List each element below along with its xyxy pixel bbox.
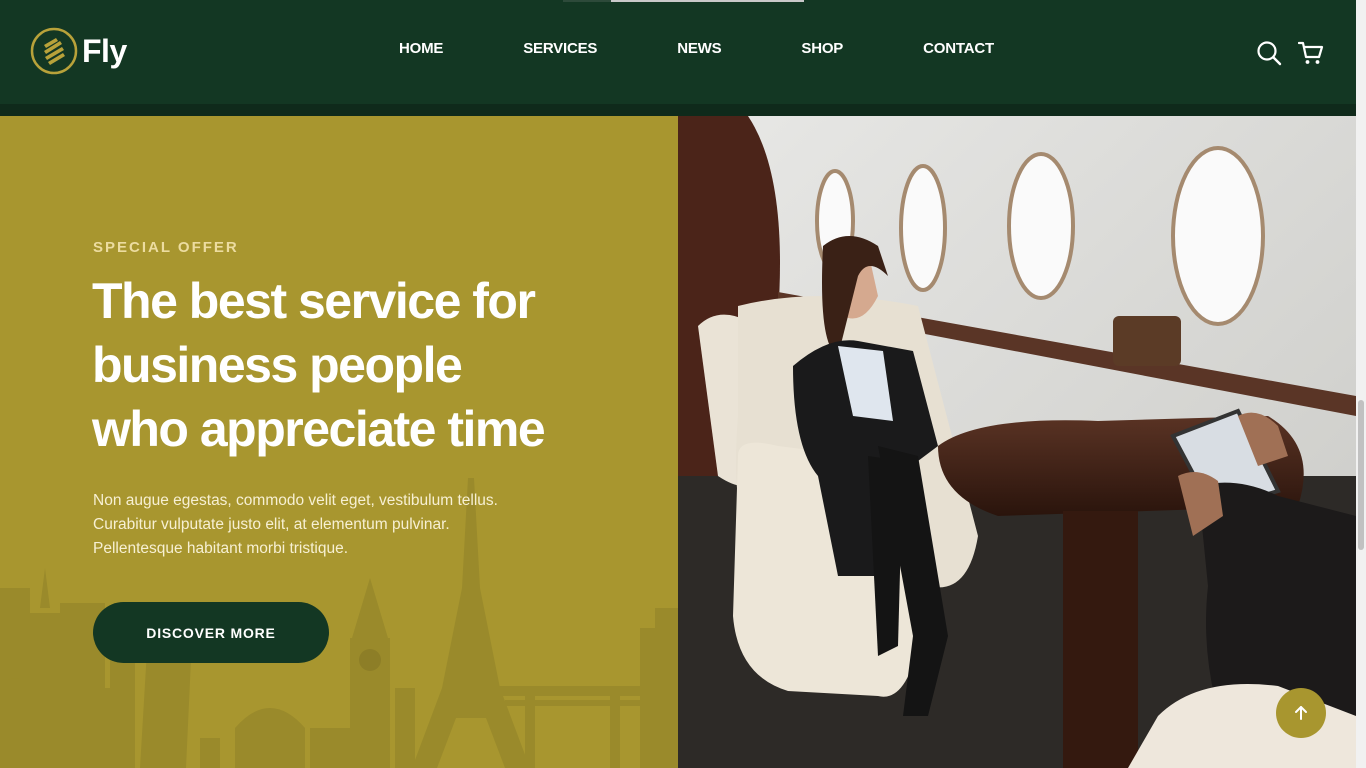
landmarks-skyline-icon [0,478,678,768]
nav-item-shop[interactable]: SHOP [801,40,843,57]
top-indicator-left [563,0,611,2]
hero-headline-line: business people [92,337,463,393]
search-icon[interactable] [1256,40,1282,66]
logo-icon [30,27,78,75]
cart-icon[interactable] [1298,40,1324,66]
hero-description-line: Curabitur vulputate justo elit, at eleme… [93,516,450,533]
main-nav: HOME SERVICES NEWS SHOP CONTACT [399,40,994,57]
hero-description: Non augue egestas, commodo velit eget, v… [93,489,563,561]
arrow-up-icon [1295,706,1307,720]
scrollbar-thumb[interactable] [1358,400,1364,550]
jet-cabin-photo [678,116,1356,768]
nav-item-home[interactable]: HOME [399,40,443,57]
logo[interactable]: Fly [30,27,127,75]
hero-description-line: Pellentesque habitant morbi tristique. [93,540,349,557]
nav-item-services[interactable]: SERVICES [523,40,597,57]
nav-item-news[interactable]: NEWS [677,40,721,57]
hero-text-panel: SPECIAL OFFER The best service for busin… [0,116,678,768]
hero-headline-line: The best service for [92,273,536,329]
site-header: Fly HOME SERVICES NEWS SHOP CONTACT [0,0,1356,104]
page-scrollbar[interactable] [1356,0,1366,768]
top-indicator [611,0,804,2]
nav-item-contact[interactable]: CONTACT [923,40,994,57]
hero-headline-line: who appreciate time [92,401,546,457]
header-shadow [0,104,1356,116]
hero-eyebrow: SPECIAL OFFER [93,239,239,256]
hero-photo [678,116,1356,768]
scroll-to-top-button[interactable] [1276,688,1326,738]
hero-headline: The best service for business people who… [92,269,632,461]
hero-description-line: Non augue egestas, commodo velit eget, v… [93,492,498,509]
discover-more-button[interactable]: DISCOVER MORE [93,602,329,663]
logo-text: Fly [82,32,127,69]
